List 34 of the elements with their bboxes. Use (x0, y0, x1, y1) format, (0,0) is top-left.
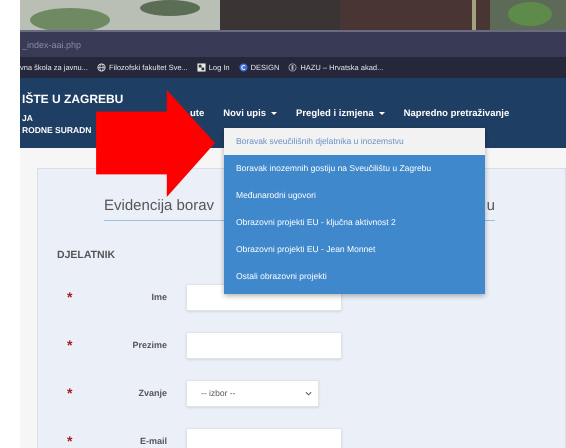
field-label: Zvanje (137, 388, 167, 398)
site-title: IŠTE U ZAGREBU (22, 92, 124, 106)
required-mark: * (67, 289, 74, 305)
section-heading: DJELATNIK (57, 249, 116, 261)
caret-icon (378, 112, 385, 115)
caret-icon (271, 112, 278, 115)
input-field[interactable] (186, 332, 342, 358)
menu-item[interactable]: Obrazovni projekti EU - ključna aktivnost 2 (224, 209, 485, 236)
emblem-icon (288, 63, 298, 72)
field-label: Prezime (131, 340, 167, 350)
input-field[interactable] (186, 428, 342, 448)
nav-link[interactable]: Novi upis (223, 108, 278, 119)
site-subtitle: JA (22, 112, 34, 124)
nav-link[interactable]: Napredno pretraživanje (404, 108, 510, 119)
menu-item[interactable]: Ostali obrazovni projekti (224, 263, 485, 290)
nav-link[interactable]: Pregled i izmjena (296, 108, 385, 119)
select-field[interactable]: -- izbor -- (186, 380, 319, 406)
menu-item[interactable]: Boravak inozemnih gostiju na Sveučilištu u Zagrebu (224, 155, 485, 182)
field-label: E-mail (138, 436, 167, 446)
login-icon (196, 63, 206, 72)
globe-icon (96, 63, 106, 72)
menu-item[interactable]: Obrazovni projekti EU - Jean Monnet (224, 236, 485, 263)
form-title: Evidencija borav (104, 197, 214, 214)
nav-link[interactable]: ute (190, 108, 204, 119)
required-mark: * (67, 433, 74, 448)
menu-item[interactable]: Međunarodni ugovori (224, 182, 485, 209)
site-subtitle: RODNE SURADN (22, 124, 92, 136)
url-text: _index-aai.php (22, 40, 82, 50)
circle-logo-icon (238, 63, 248, 72)
form-title: u (486, 197, 495, 214)
chevron-down-icon (305, 390, 312, 396)
field-label: Ime (150, 292, 167, 302)
required-mark: * (67, 337, 74, 353)
required-mark: * (67, 385, 74, 401)
